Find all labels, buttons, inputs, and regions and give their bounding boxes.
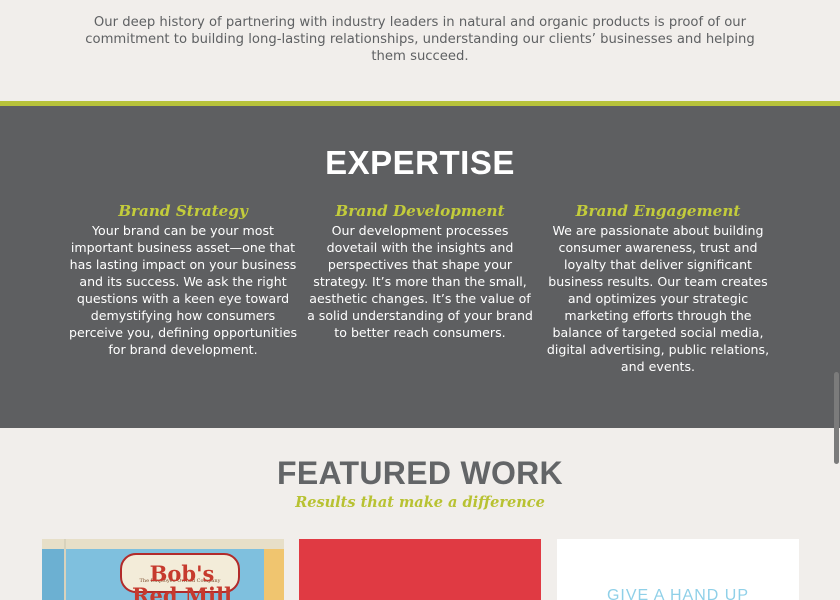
- expertise-column-brand-engagement: Brand Engagement We are passionate about…: [543, 202, 773, 375]
- featured-card-bobs-red-mill[interactable]: The Employee-Owned Company Bob's Red Mil…: [42, 539, 284, 600]
- bobs-red-mill-logo: The Employee-Owned Company Bob's Red Mil…: [120, 553, 240, 600]
- column-title: Brand Strategy: [118, 202, 248, 220]
- column-title: Brand Development: [335, 202, 505, 220]
- card-title: GIVE A HAND UP: [606, 587, 750, 600]
- expertise-column-brand-development: Brand Development Our development proces…: [305, 202, 535, 341]
- column-text: Your brand can be your most important bu…: [68, 223, 298, 357]
- featured-work-title: FEATURED WORK: [277, 455, 563, 491]
- product-bag-image: The Employee-Owned Company Bob's Red Mil…: [64, 539, 264, 600]
- featured-work-subtitle: Results that make a difference: [295, 494, 545, 511]
- product-bag-image: [42, 539, 64, 600]
- expertise-column-brand-strategy: Brand Strategy Your brand can be your mo…: [68, 202, 298, 358]
- featured-card-give-a-hand-up[interactable]: GIVE A HAND UP: [557, 539, 799, 600]
- scrollbar-thumb[interactable]: [834, 372, 839, 464]
- logo-brand-name: Bob's Red Mill: [132, 561, 232, 600]
- expertise-section: EXPERTISE Brand Strategy Your brand can …: [0, 106, 840, 428]
- column-title: Brand Engagement: [575, 202, 741, 220]
- intro-section: Our deep history of partnering with indu…: [0, 0, 840, 101]
- intro-paragraph: Our deep history of partnering with indu…: [85, 15, 755, 64]
- page-scrollbar[interactable]: [832, 0, 840, 600]
- column-text: Our development processes dovetail with …: [307, 223, 533, 340]
- expertise-title: EXPERTISE: [325, 144, 515, 181]
- featured-card-red[interactable]: [299, 539, 541, 600]
- column-text: We are passionate about building consume…: [546, 223, 770, 374]
- product-bag-image: [264, 539, 284, 600]
